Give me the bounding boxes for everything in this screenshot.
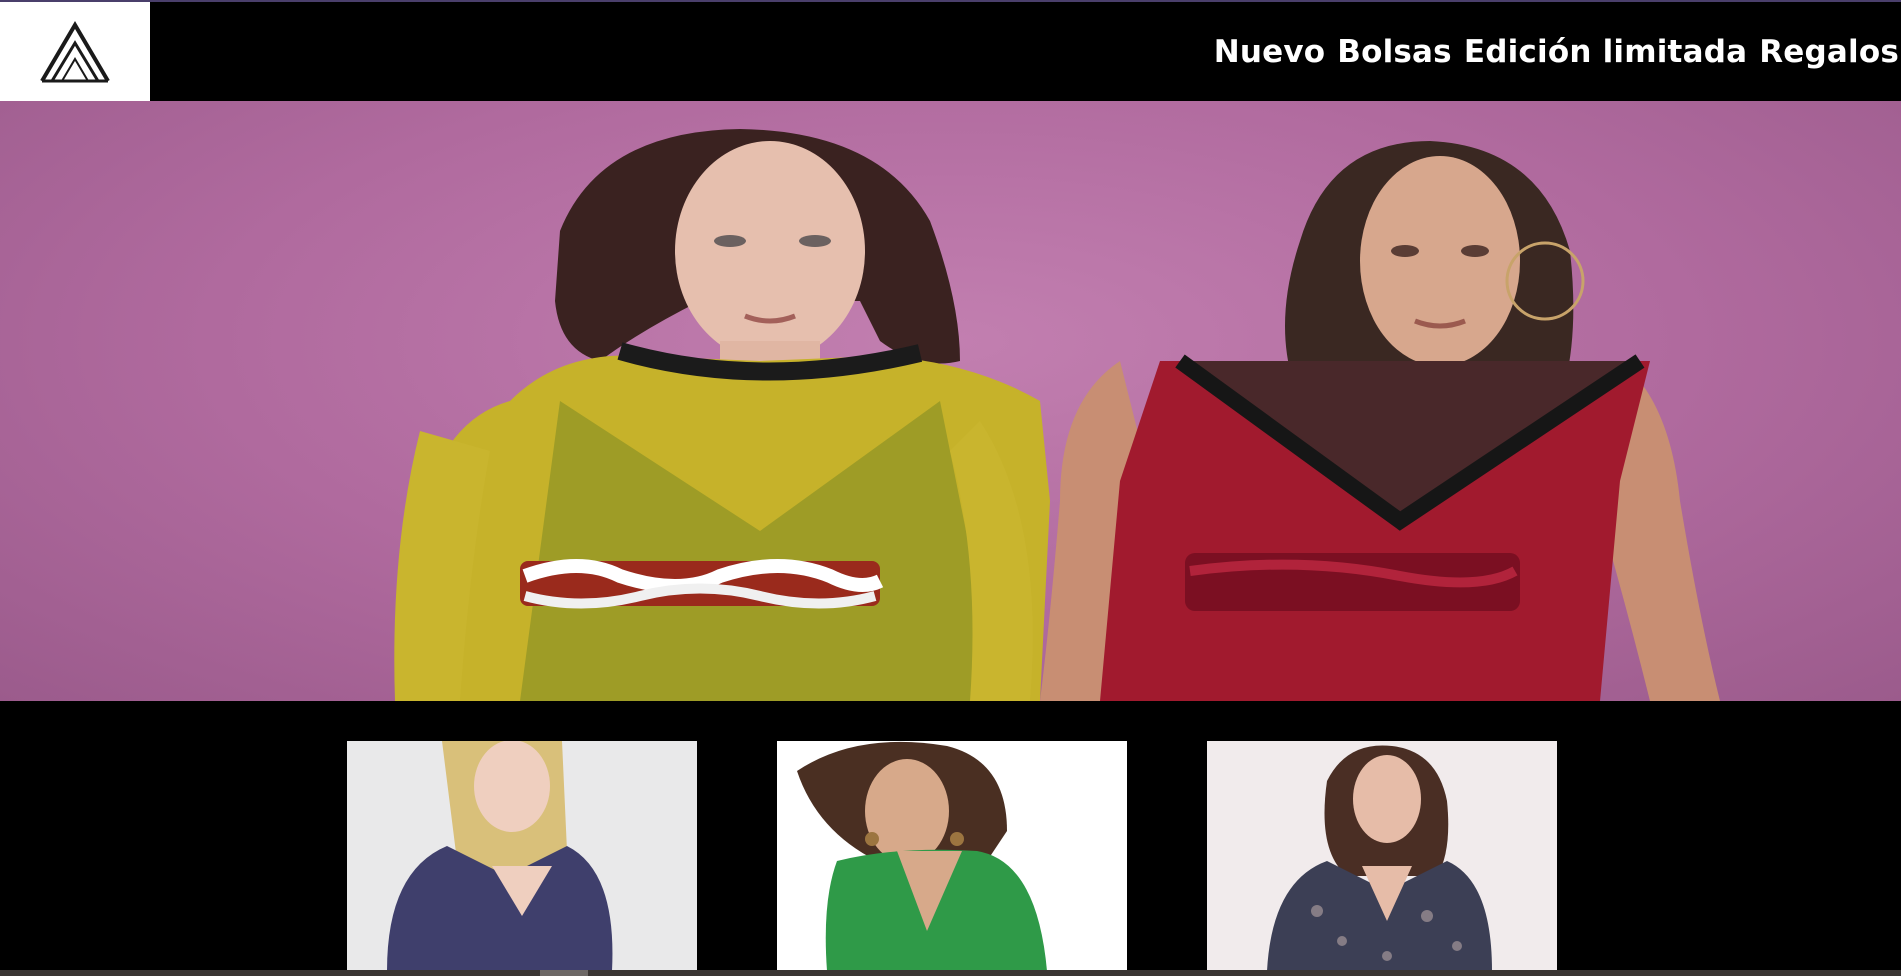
model-left-figure bbox=[394, 129, 1050, 701]
product-card[interactable] bbox=[1207, 741, 1557, 971]
product-green-dress-image bbox=[777, 741, 1127, 971]
product-print-blouse-image bbox=[1207, 741, 1557, 971]
model-right-figure bbox=[1040, 141, 1720, 701]
main-navigation: Nuevo Bolsas Edición limitada Regalos bbox=[1202, 2, 1901, 101]
horizontal-scrollbar-thumb[interactable] bbox=[540, 970, 588, 976]
product-card[interactable] bbox=[347, 741, 697, 971]
product-card[interactable] bbox=[777, 741, 1127, 971]
product-blouse-image bbox=[347, 741, 697, 971]
hero-banner[interactable] bbox=[0, 101, 1901, 701]
fashion-models-image bbox=[394, 129, 1720, 701]
horizontal-scrollbar[interactable] bbox=[0, 970, 1901, 976]
nav-link-edicion-limitada[interactable]: Edición limitada bbox=[1464, 34, 1747, 70]
nav-link-regalos[interactable]: Regalos bbox=[1759, 34, 1899, 70]
brand-logo-icon bbox=[40, 20, 110, 82]
site-header: Nuevo Bolsas Edición limitada Regalos bbox=[0, 2, 1901, 101]
nav-link-nuevo[interactable]: Nuevo bbox=[1214, 34, 1326, 70]
nav-link-bolsas[interactable]: Bolsas bbox=[1337, 34, 1452, 70]
page: Nuevo Bolsas Edición limitada Regalos bbox=[0, 0, 1901, 976]
product-grid bbox=[0, 701, 1901, 971]
logo-link[interactable] bbox=[0, 2, 150, 101]
